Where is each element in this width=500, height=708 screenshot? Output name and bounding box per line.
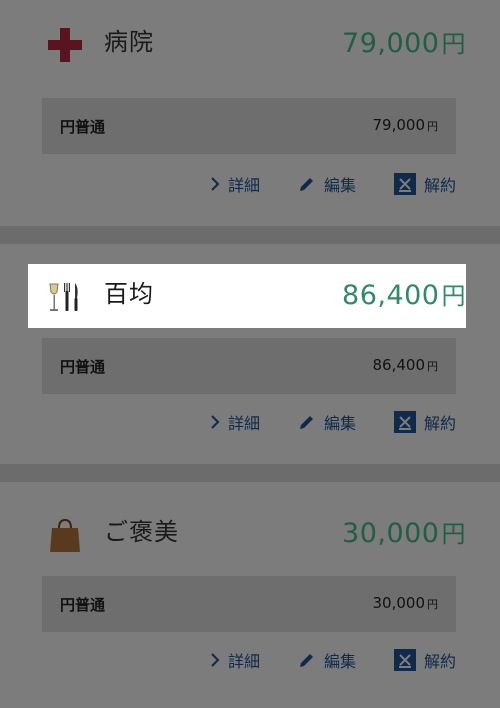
cancel-link[interactable]: 解約 [393, 648, 456, 672]
account-row: 円普通 86,400 円 [42, 338, 456, 394]
cancel-link[interactable]: 解約 [393, 172, 456, 196]
card-title: 百均 [104, 280, 154, 308]
hospital-cross-icon [48, 28, 82, 62]
chevron-right-icon [211, 177, 220, 191]
card-amount: 30,000円 [342, 518, 466, 549]
details-link[interactable]: 詳細 [210, 648, 260, 672]
pencil-icon [299, 416, 313, 429]
dining-icon [48, 280, 82, 314]
account-value: 30,000 円 [372, 594, 439, 612]
account-type: 円普通 [60, 358, 106, 376]
card-header: 百均 86,400円 [28, 264, 466, 328]
shopping-bag-icon [48, 518, 82, 552]
account-value: 86,400 円 [372, 356, 439, 374]
details-link[interactable]: 詳細 [210, 172, 260, 196]
goal-card-reward[interactable]: ご褒美 30,000円 円普通 30,000 円 詳細 編集 解約 [0, 502, 500, 708]
card-actions: 詳細 編集 解約 [172, 172, 456, 196]
edit-link[interactable]: 編集 [298, 410, 356, 434]
section-divider [0, 464, 500, 482]
cancel-box-icon [393, 649, 416, 671]
chevron-right-icon [211, 415, 220, 429]
account-row: 円普通 30,000 円 [42, 576, 456, 632]
card-title: 病院 [104, 28, 154, 56]
card-amount: 86,400円 [342, 280, 466, 311]
card-header: ご褒美 30,000円 [28, 502, 466, 566]
edit-link[interactable]: 編集 [298, 172, 356, 196]
edit-link[interactable]: 編集 [298, 648, 356, 672]
cancel-box-icon [393, 411, 416, 433]
details-link[interactable]: 詳細 [210, 410, 260, 434]
account-value: 79,000 円 [372, 116, 439, 134]
goal-card-100yen[interactable]: 百均 86,400円 円普通 86,400 円 詳細 編集 解約 [0, 264, 500, 454]
section-divider [0, 226, 500, 244]
pencil-icon [299, 178, 313, 191]
account-type: 円普通 [60, 118, 106, 136]
card-title: ご褒美 [104, 518, 179, 546]
goal-card-hospital[interactable]: 病院 79,000円 円普通 79,000 円 詳細 編集 解約 [0, 12, 500, 218]
cancel-link[interactable]: 解約 [393, 410, 456, 434]
cancel-box-icon [393, 173, 416, 195]
card-actions: 詳細 編集 解約 [172, 648, 456, 672]
card-header: 病院 79,000円 [28, 12, 466, 76]
card-actions: 詳細 編集 解約 [172, 410, 456, 434]
pencil-icon [299, 654, 313, 667]
account-type: 円普通 [60, 596, 106, 614]
account-row: 円普通 79,000 円 [42, 98, 456, 154]
chevron-right-icon [211, 653, 220, 667]
card-amount: 79,000円 [342, 28, 466, 59]
